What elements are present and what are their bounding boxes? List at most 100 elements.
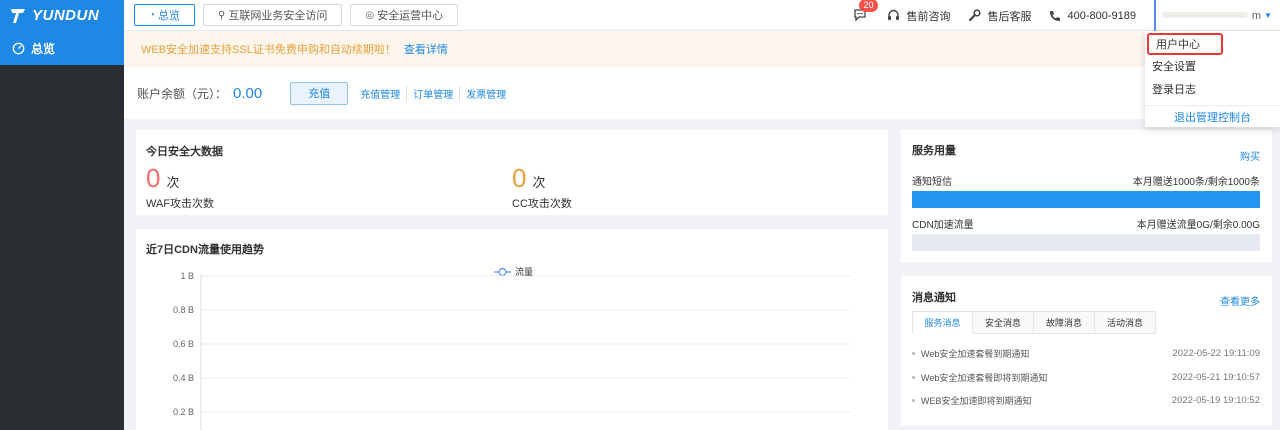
list-item[interactable]: Web安全加速套餐即将到期通知 2022-05-21 19:10:57: [912, 366, 1260, 390]
menu-item-security-settings[interactable]: 安全设置: [1145, 55, 1280, 77]
caret-down-icon: ▼: [1264, 11, 1272, 20]
brand-mark-icon: [11, 8, 25, 23]
buy-link[interactable]: 购买: [1240, 148, 1260, 163]
invoice-manage-link[interactable]: 发票管理: [460, 86, 512, 101]
list-item[interactable]: Web安全加速套餐到期通知 2022-05-22 19:11:09: [912, 342, 1260, 366]
cdn-usage-row: CDN加速流量 本月赠送流量0G/剩余0.00G: [912, 216, 1260, 231]
aftersale-service-link[interactable]: 售后客服: [968, 8, 1031, 24]
cdn-label: CDN加速流量: [912, 220, 974, 231]
item-text: Web安全加速套餐即将到期通知: [921, 372, 1048, 383]
top-bar: YUNDUN ◔ 总览 ⚲ 互联网业务安全访问 ◎ 安全运营中心 20 售前咨询…: [0, 0, 1280, 31]
cdn-detail: 本月赠送流量0G/剩余0.00G: [1136, 220, 1260, 231]
bullet-icon: [912, 352, 915, 356]
tab-service-msg[interactable]: 服务消息: [912, 311, 973, 334]
tab-security-msg[interactable]: 安全消息: [973, 311, 1034, 334]
item-date: 2022-05-22 19:11:09: [1172, 348, 1260, 360]
waf-unit: 次: [166, 175, 180, 190]
phone-label: 400-800-9189: [1067, 9, 1136, 22]
user-dropdown-menu: 用户中心 安全设置 登录日志 退出管理控制台: [1145, 31, 1280, 127]
tab-activity-msg[interactable]: 活动消息: [1095, 311, 1156, 334]
cdn-progress-bar: [912, 234, 1260, 251]
sidebar: 总览: [0, 31, 124, 430]
cc-count: 0: [512, 163, 527, 193]
waf-label: WAF攻击次数: [146, 198, 215, 210]
cc-stat: 0次 CC攻击次数: [512, 163, 572, 211]
presale-label: 售前咨询: [906, 10, 951, 23]
item-text: WEB安全加速即将到期通知: [921, 396, 1032, 407]
view-more-link[interactable]: 查看更多: [1220, 293, 1260, 308]
legend-marker: [498, 267, 507, 277]
user-menu-trigger[interactable]: m ▼: [1154, 0, 1272, 31]
notification-tabs: 服务消息 安全消息 故障消息 活动消息: [912, 311, 1156, 334]
dashboard-icon: [12, 42, 25, 54]
brand-name: YUNDUN: [32, 7, 100, 24]
message-button[interactable]: 20: [853, 0, 878, 24]
brand-logo[interactable]: YUNDUN: [0, 0, 124, 31]
tab-overview[interactable]: ◔ 总览: [134, 4, 196, 26]
legend-item[interactable]: 流量: [494, 266, 533, 277]
dashboard-icon: ◔: [149, 9, 156, 21]
tab-label: 互联网业务安全访问: [228, 10, 328, 22]
notice-text: WEB安全加速支持SSL证书免费申购和自动续期啦！: [141, 44, 396, 56]
cc-unit: 次: [532, 175, 546, 190]
y-tick-label: 0.2 B: [173, 407, 194, 417]
message-count-badge: 20: [859, 0, 878, 12]
sms-label: 通知短信: [912, 177, 952, 188]
logout-button[interactable]: 退出管理控制台: [1145, 106, 1280, 127]
presale-consult-link[interactable]: 售前咨询: [887, 8, 950, 24]
masked-username: [1162, 12, 1248, 18]
tab-label: 总览: [158, 10, 181, 22]
balance-amount: 0.00: [233, 84, 263, 102]
recharge-button[interactable]: 充值: [290, 81, 349, 105]
tab-internet-access[interactable]: ⚲ 互联网业务安全访问: [203, 4, 343, 26]
username-suffix: m: [1251, 9, 1262, 22]
waf-count: 0: [146, 163, 161, 193]
account-links: 充值管理 订单管理 发票管理: [354, 85, 512, 101]
menu-item-user-center[interactable]: 用户中心: [1147, 33, 1223, 55]
sms-usage-row: 通知短信 本月赠送1000条/剩余1000条: [912, 173, 1260, 188]
notification-card: 消息通知 查看更多 服务消息 安全消息 故障消息 活动消息 Web安全加速套餐到…: [901, 276, 1272, 426]
card-title: 服务用量: [912, 145, 956, 157]
item-text: Web安全加速套餐到期通知: [921, 349, 1030, 360]
list-item[interactable]: WEB安全加速即将到期通知 2022-05-19 19:10:52: [912, 389, 1260, 413]
cc-label: CC攻击次数: [512, 198, 572, 210]
item-date: 2022-05-19 19:10:52: [1171, 395, 1260, 407]
notification-list: Web安全加速套餐到期通知 2022-05-22 19:11:09 Web安全加…: [912, 342, 1260, 413]
security-stats-card: 今日安全大数据 0次 WAF攻击次数 0次 CC攻击次数: [136, 130, 888, 215]
order-manage-link[interactable]: 订单管理: [407, 85, 461, 101]
headset-icon: [888, 9, 900, 20]
y-tick-label: 0.6 B: [173, 339, 194, 349]
card-title: 消息通知: [912, 292, 956, 304]
aftersale-label: 售后客服: [987, 10, 1032, 23]
sms-detail: 本月赠送1000条/剩余1000条: [1132, 177, 1260, 188]
tab-fault-msg[interactable]: 故障消息: [1034, 311, 1095, 334]
phone-icon: [1050, 10, 1061, 21]
y-tick-label: 0.4 B: [173, 373, 194, 383]
account-balance-bar: 账户余额（元）： 0.00 充值 充值管理 订单管理 发票管理: [124, 67, 1280, 119]
sms-progress-bar: [912, 191, 1260, 208]
notice-detail-link[interactable]: 查看详情: [404, 41, 448, 57]
recharge-manage-link[interactable]: 充值管理: [354, 85, 408, 101]
sidebar-item-overview[interactable]: 总览: [0, 31, 124, 65]
card-title: 今日安全大数据: [146, 146, 223, 158]
waf-stat: 0次 WAF攻击次数: [146, 163, 214, 211]
cdn-trend-chart: 流量 1 B 0.8 B 0.6 B 0.4 B 0.2 B: [173, 266, 850, 430]
cdn-trend-card: 近7日CDN流量使用趋势 流量 1 B 0.8 B 0.6 B 0.4 B 0.2 B: [136, 229, 888, 430]
bullet-icon: [912, 375, 915, 379]
top-tabs: ◔ 总览 ⚲ 互联网业务安全访问 ◎ 安全运营中心: [134, 4, 459, 26]
tab-label: 安全运营中心: [377, 10, 444, 22]
bullet-icon: [912, 399, 915, 403]
sidebar-item-label: 总览: [31, 41, 56, 56]
y-tick-label: 1 B: [180, 271, 194, 281]
progress-fill: [912, 191, 1260, 208]
tab-security-ops[interactable]: ◎ 安全运营中心: [350, 4, 459, 26]
service-usage-card: 服务用量 购买 通知短信 本月赠送1000条/剩余1000条 CDN加速流量 本…: [901, 130, 1272, 262]
balance-label: 账户余额（元）：: [137, 86, 228, 101]
item-date: 2022-05-21 19:10:57: [1171, 371, 1260, 383]
wrench-icon: [969, 9, 982, 22]
shield-icon: ◎: [365, 9, 375, 21]
menu-item-login-log[interactable]: 登录日志: [1145, 78, 1280, 100]
notice-banner: WEB安全加速支持SSL证书免费申购和自动续期啦！ 查看详情: [124, 31, 1280, 67]
y-tick-label: 0.8 B: [173, 305, 194, 315]
header-right: 20 售前咨询 售后客服 400-800-9189 m ▼: [835, 0, 1272, 31]
